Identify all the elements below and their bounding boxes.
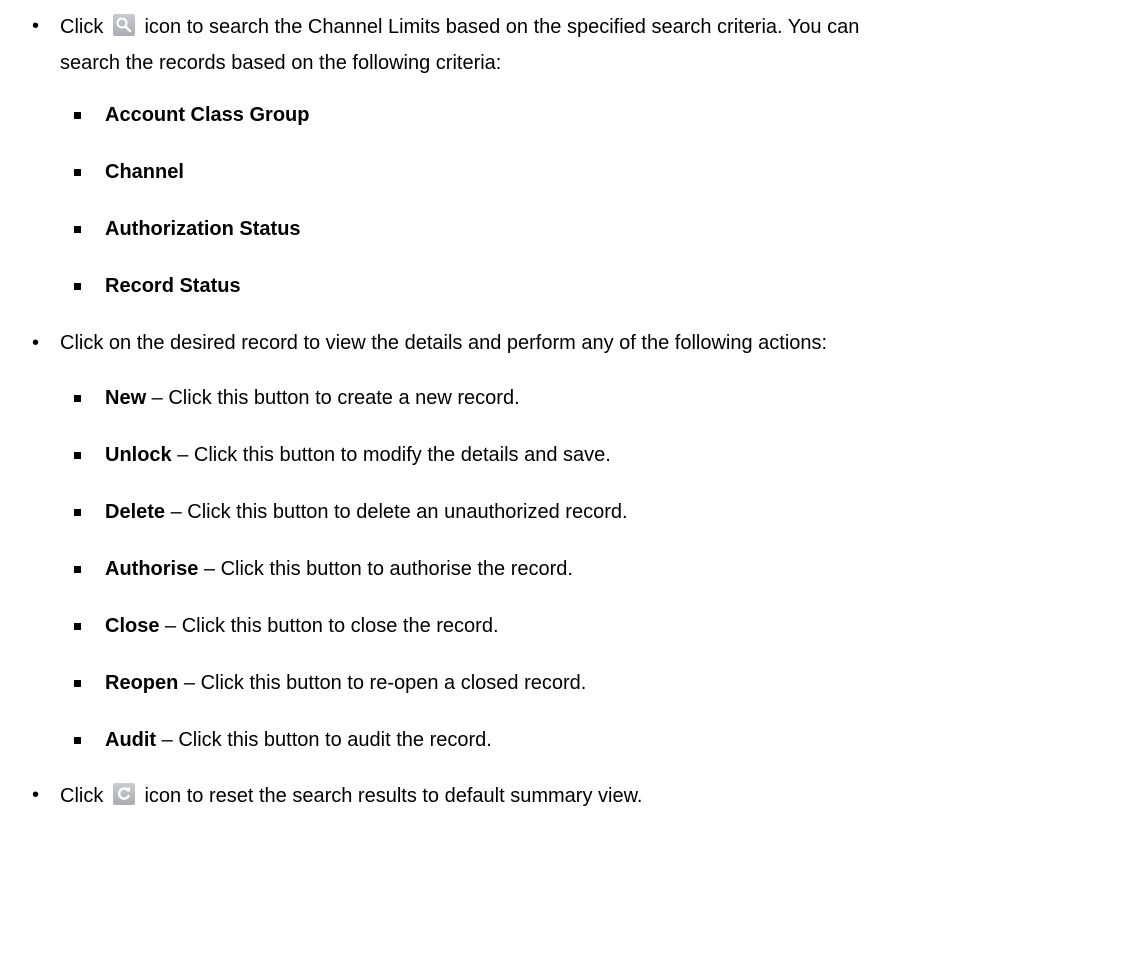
square-bullet: [74, 680, 81, 687]
action-name: Delete: [105, 501, 166, 523]
square-bullet: [74, 112, 81, 119]
action-name: Reopen: [105, 672, 179, 694]
action-name: New: [105, 387, 147, 409]
action-description: – Click this button to close the record.: [159, 615, 499, 637]
square-bullet: [74, 566, 81, 573]
refresh-icon[interactable]: [112, 783, 135, 805]
action-name: Unlock: [105, 444, 172, 466]
search-description: icon to search the Channel Limits based …: [144, 16, 860, 38]
action-description: – Click this button to modify the detail…: [171, 444, 611, 466]
square-bullet: [74, 737, 81, 744]
square-bullet: [74, 283, 81, 290]
action-description: – Click this button to audit the record.: [156, 729, 492, 751]
click-text: Click: [60, 785, 104, 807]
square-bullet: [74, 509, 81, 516]
criteria-label: Authorization Status: [105, 218, 301, 240]
criteria-label: Record Status: [105, 275, 241, 297]
action-description: – Click this button to authorise the rec…: [198, 558, 573, 580]
square-bullet: [74, 395, 81, 402]
action-description: – Click this button to delete an unautho…: [165, 501, 628, 523]
square-bullet: [74, 452, 81, 459]
bullet: •: [32, 15, 40, 37]
action-description: – Click this button to re-open a closed …: [178, 672, 587, 694]
search-description-cont: search the records based on the followin…: [60, 52, 502, 74]
actions-intro: Click on the desired record to view the …: [60, 332, 828, 354]
search-icon[interactable]: [112, 14, 135, 36]
action-name: Audit: [105, 729, 157, 751]
square-bullet: [74, 226, 81, 233]
square-bullet: [74, 623, 81, 630]
click-text: Click: [60, 16, 104, 38]
criteria-label: Channel: [105, 161, 184, 183]
bullet: •: [32, 332, 40, 354]
criteria-label: Account Class Group: [105, 104, 310, 126]
reset-description: icon to reset the search results to defa…: [144, 785, 643, 807]
action-name: Authorise: [105, 558, 199, 580]
square-bullet: [74, 169, 81, 176]
action-description: – Click this button to create a new reco…: [146, 387, 520, 409]
bullet: •: [32, 784, 40, 806]
action-name: Close: [105, 615, 160, 637]
